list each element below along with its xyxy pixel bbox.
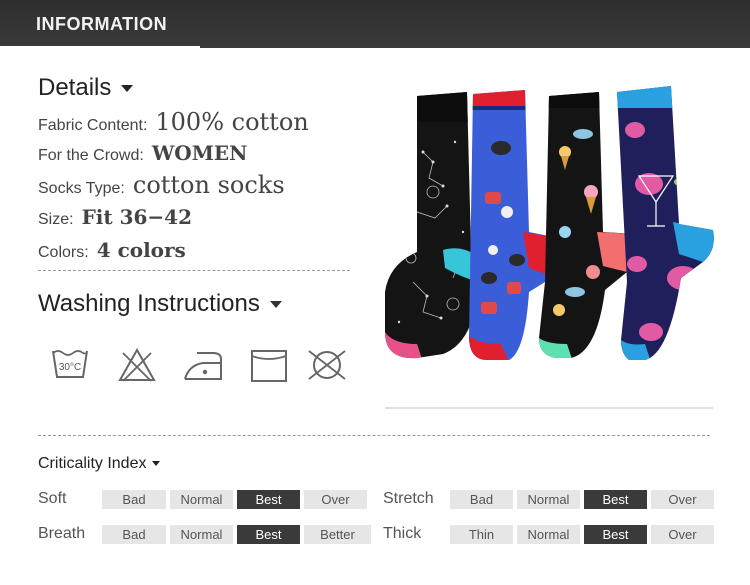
breath-option-normal: Normal xyxy=(170,525,233,544)
spec-value: cotton socks xyxy=(132,171,285,199)
spec-colon: : xyxy=(69,211,74,228)
do-not-dry-clean-icon xyxy=(305,345,346,385)
chevron-down-icon xyxy=(121,85,134,93)
chevron-down-icon xyxy=(152,461,161,467)
spec-size: Size: Fit 36−42 xyxy=(38,205,192,229)
spec-colon: : xyxy=(142,117,148,134)
criticality-label-stretch: Stretch xyxy=(383,490,434,507)
spec-socks-type: Socks Type: cotton socks xyxy=(38,171,285,199)
soft-option-over: Over xyxy=(304,490,367,509)
stretch-option-normal: Normal xyxy=(517,490,580,509)
soft-option-normal: Normal xyxy=(170,490,233,509)
tumble-dry-icon xyxy=(249,345,289,385)
washing-heading-text: Washing Instructions xyxy=(38,290,260,317)
breath-option-better: Better xyxy=(304,525,371,544)
spec-colon: : xyxy=(120,180,125,197)
spec-label: Fabric Content xyxy=(38,117,143,134)
spec-value: 100% cotton xyxy=(155,108,309,136)
washing-instructions-heading[interactable]: Washing Instructions xyxy=(38,290,282,318)
spec-label: Size xyxy=(38,211,70,228)
stretch-option-bad: Bad xyxy=(450,490,513,509)
criticality-index-heading[interactable]: Criticality Index xyxy=(38,455,161,473)
wash-temp-label: 30°C xyxy=(59,362,81,373)
spec-label: Socks Type xyxy=(38,180,121,197)
thick-option-normal: Normal xyxy=(517,525,580,544)
iron-low-icon xyxy=(183,345,223,385)
spec-label: Colors xyxy=(38,244,85,261)
information-header: INFORMATION xyxy=(0,0,750,48)
socks-product-image xyxy=(383,82,717,414)
criticality-label-thick: Thick xyxy=(383,525,422,542)
header-accent-line xyxy=(0,46,200,49)
spec-fabric-content: Fabric Content: 100% cotton xyxy=(38,108,309,136)
thick-option-best: Best xyxy=(584,525,647,544)
spec-value: Fit 36−42 xyxy=(81,205,192,229)
spec-colon: : xyxy=(139,147,144,164)
soft-option-best: Best xyxy=(237,490,300,509)
thick-option-thin: Thin xyxy=(450,525,513,544)
criticality-divider xyxy=(38,435,710,436)
details-divider xyxy=(38,270,350,271)
no-bleach-icon xyxy=(117,345,157,385)
thick-option-over: Over xyxy=(651,525,714,544)
spec-value: WOMEN xyxy=(151,141,248,165)
spec-value: 4 colors xyxy=(96,238,186,262)
stretch-option-over: Over xyxy=(651,490,714,509)
wash-30c-icon: 30°C xyxy=(50,345,90,385)
spec-colon: : xyxy=(84,244,89,261)
spec-colors: Colors: 4 colors xyxy=(38,238,186,262)
criticality-label-soft: Soft xyxy=(38,490,67,507)
breath-option-bad: Bad xyxy=(102,525,166,544)
header-title: INFORMATION xyxy=(36,14,168,34)
criticality-title-text: Criticality Index xyxy=(38,455,147,472)
details-heading[interactable]: Details xyxy=(38,74,134,102)
criticality-label-breath: Breath xyxy=(38,525,86,542)
details-heading-text: Details xyxy=(38,74,112,101)
spec-for-the-crowd: For the Crowd: WOMEN xyxy=(38,141,247,165)
stretch-option-best: Best xyxy=(584,490,647,509)
breath-option-best: Best xyxy=(237,525,300,544)
chevron-down-icon xyxy=(269,301,282,309)
soft-option-bad: Bad xyxy=(102,490,166,509)
spec-label: For the Crowd xyxy=(38,147,140,164)
